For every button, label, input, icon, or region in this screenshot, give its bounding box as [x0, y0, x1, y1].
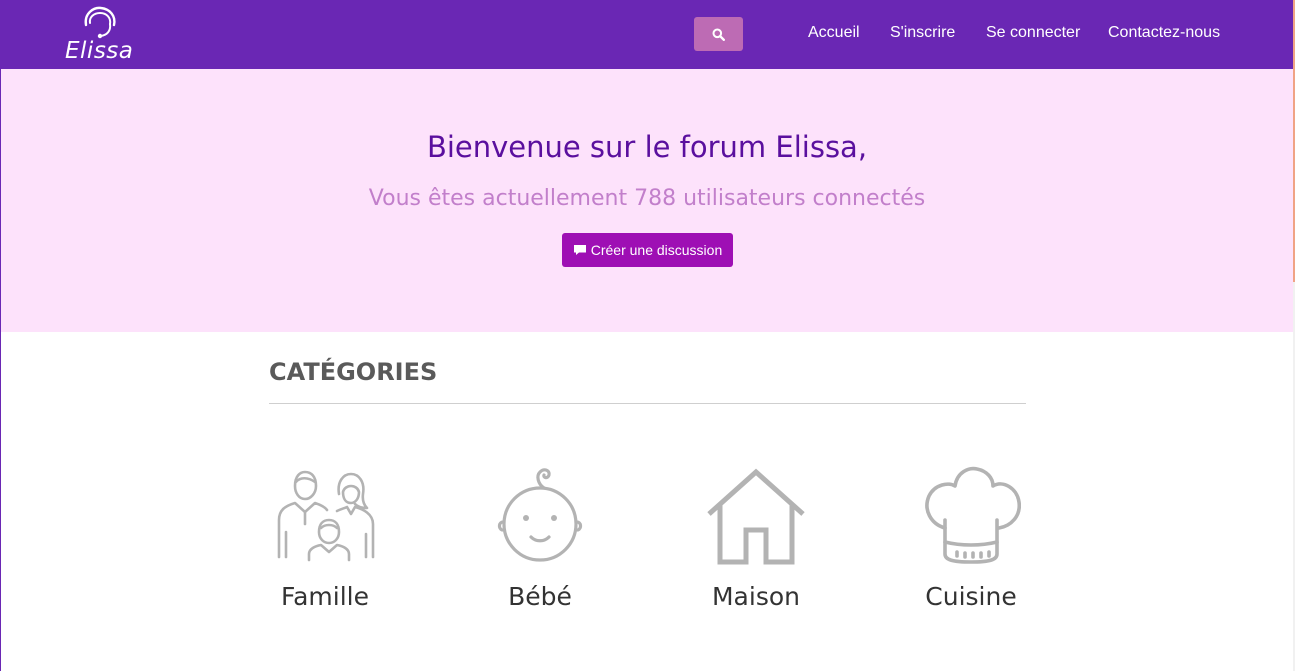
comment-icon [573, 245, 586, 255]
categories-divider [269, 403, 1026, 404]
category-label: Famille [281, 582, 369, 611]
top-navbar: Elissa Accueil S'inscrire Se connecter C… [1, 0, 1293, 69]
baby-icon [497, 468, 583, 562]
nav-login[interactable]: Se connecter [986, 24, 1080, 42]
categories-heading: CATÉGORIES [269, 358, 438, 386]
nav-home[interactable]: Accueil [808, 24, 860, 42]
hero-banner: Bienvenue sur le forum Elissa, Vous êtes… [1, 69, 1293, 332]
category-label: Bébé [508, 582, 572, 611]
welcome-title: Bienvenue sur le forum Elissa, [426, 130, 868, 164]
chef-hat-icon [925, 466, 1021, 564]
create-discussion-button[interactable]: Créer une discussion [562, 233, 733, 267]
online-users-text: Vous êtes actuellement 788 utilisateurs … [368, 186, 926, 211]
nav-register[interactable]: S'inscrire [890, 24, 955, 42]
category-label: Maison [711, 582, 800, 611]
category-label: Cuisine [925, 582, 1017, 611]
main-nav: Accueil S'inscrire Se connecter Contacte… [1, 24, 1293, 46]
create-discussion-label: Créer une discussion [590, 242, 723, 258]
house-icon [707, 468, 805, 565]
family-icon [277, 470, 375, 562]
nav-contact[interactable]: Contactez-nous [1108, 24, 1220, 42]
